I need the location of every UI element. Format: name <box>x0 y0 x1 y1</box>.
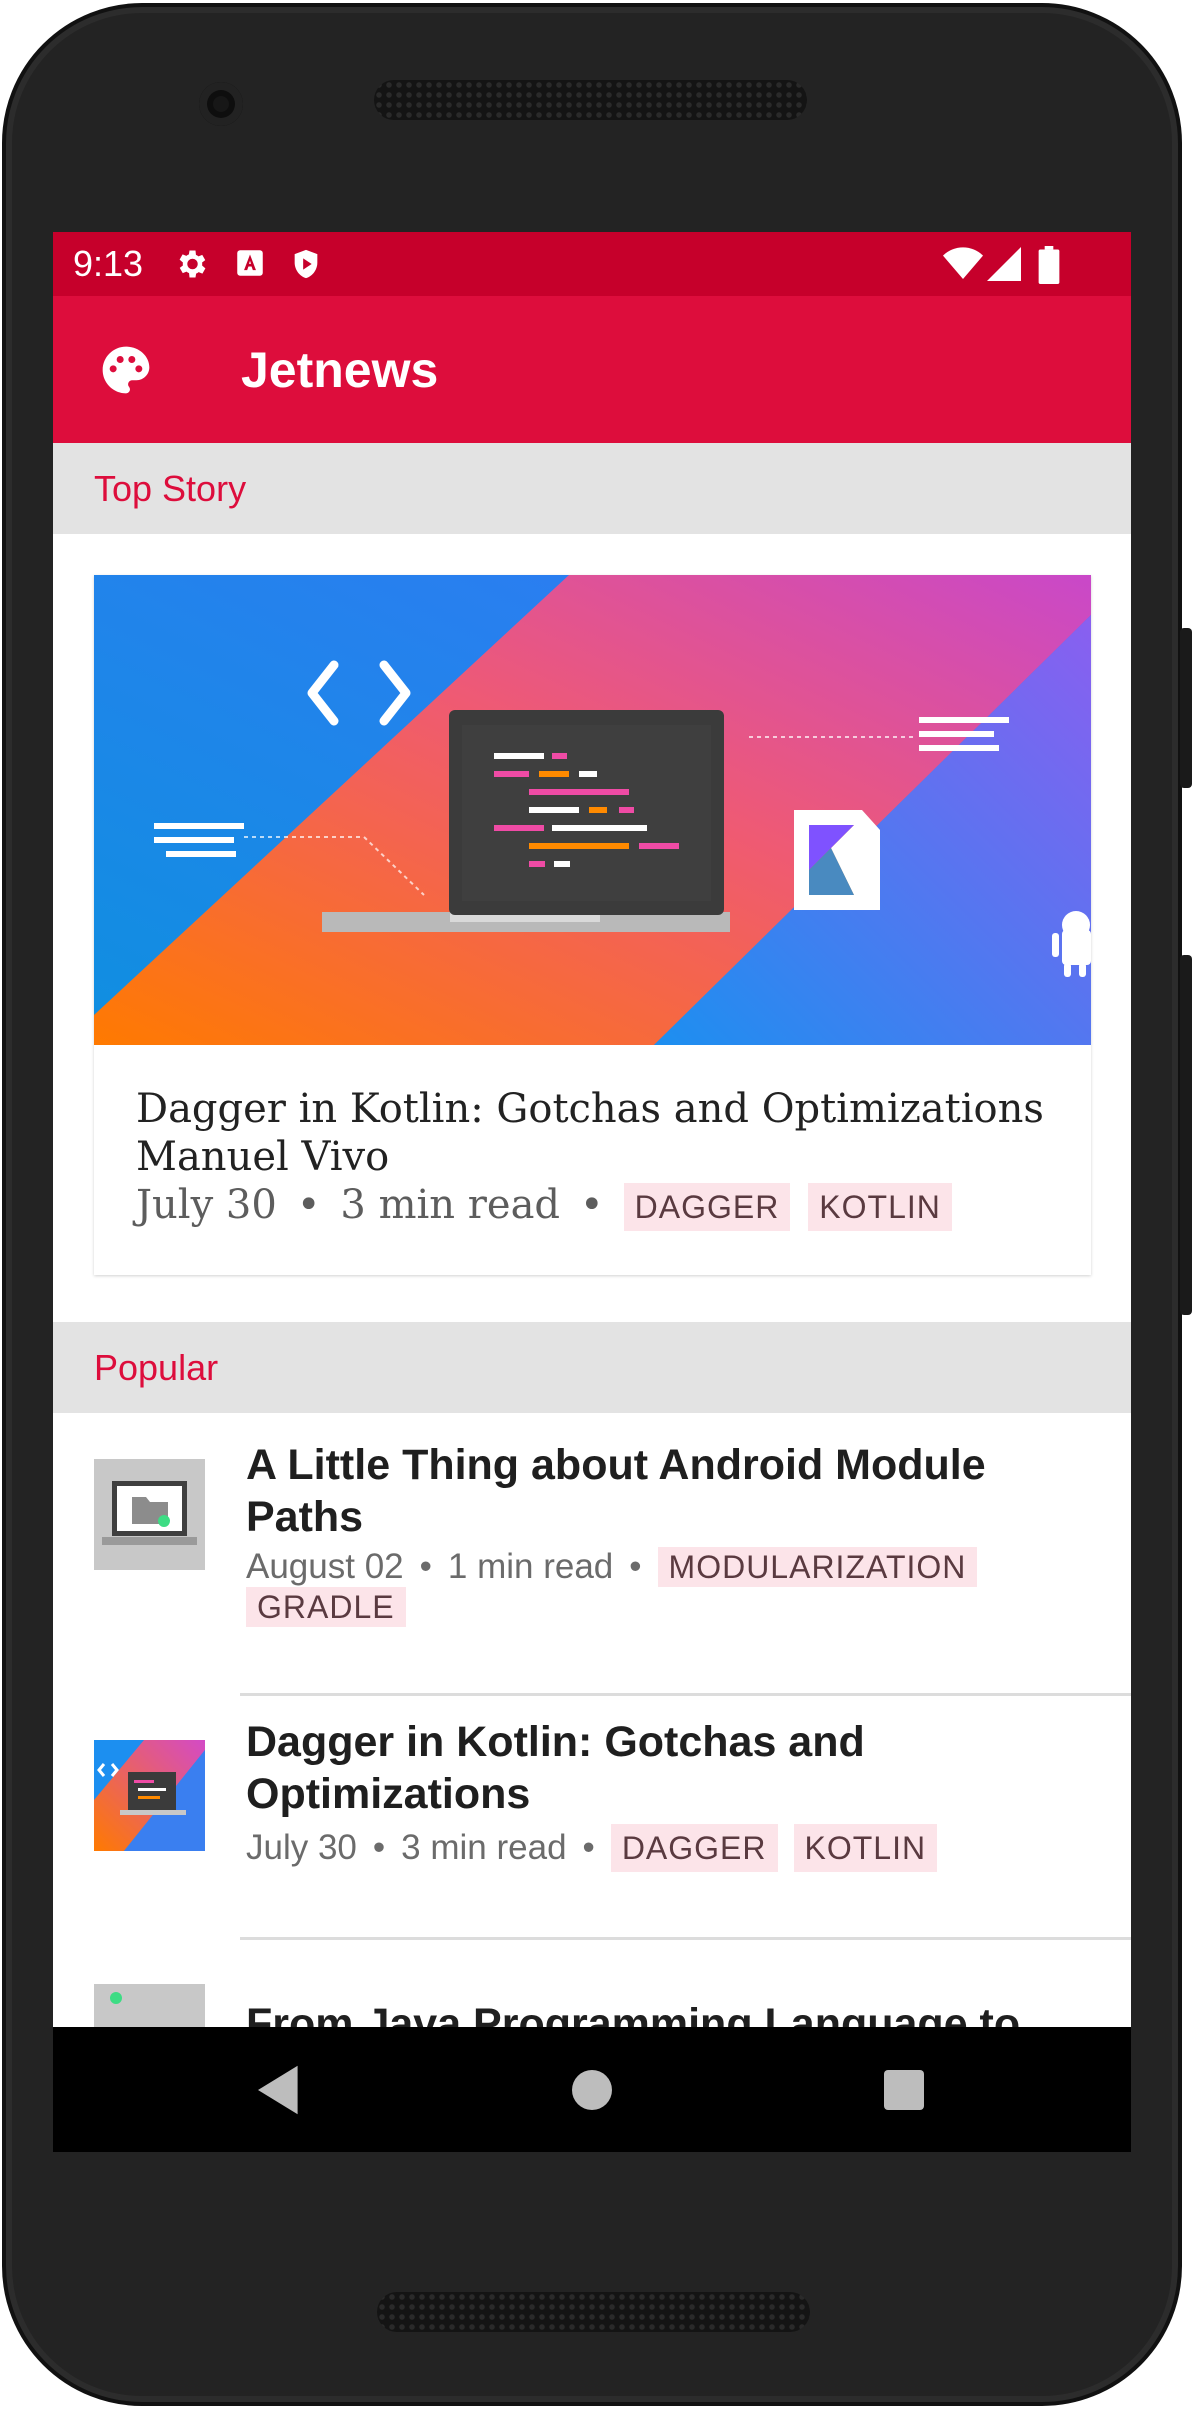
bottom-speaker <box>377 2292 810 2332</box>
separator-dot: • <box>419 1547 432 1586</box>
post-date: July 30 <box>246 1828 357 1867</box>
post-date: August 02 <box>246 1547 404 1586</box>
separator-dot: • <box>296 1182 321 1228</box>
separator-dot: • <box>629 1547 642 1586</box>
top-story-date: July 30 <box>136 1182 277 1228</box>
wifi-icon <box>943 246 983 287</box>
status-bar: 9:13 <box>53 232 1131 296</box>
post-read-time: 1 min read <box>447 1547 614 1586</box>
app-bar: Jetnews <box>53 296 1131 443</box>
tag-chip[interactable]: DAGGER <box>610 1824 778 1872</box>
app-title: Jetnews <box>241 342 439 398</box>
separator-dot: • <box>582 1828 595 1867</box>
post-read-time: 3 min read <box>401 1828 567 1867</box>
earpiece-speaker <box>374 80 807 120</box>
tag-chip[interactable]: KOTLIN <box>793 1824 938 1872</box>
screen: 9:13 Jetnews Top Story Dagger in Kotlin:… <box>53 232 1131 2152</box>
tag-chip[interactable]: GRADLE <box>246 1587 406 1627</box>
top-story-read-time: 3 min read <box>340 1182 561 1228</box>
section-header-top-story: Top Story <box>53 443 1131 534</box>
post-title: Dagger in Kotlin: Gotchas and Optimizati… <box>246 1718 865 1818</box>
volume-button <box>1180 955 1192 1315</box>
post-meta: July 30 • 3 min read • DAGGER KOTLIN <box>246 1824 1086 1872</box>
shield-play-icon <box>289 246 323 287</box>
palette-icon[interactable] <box>98 342 154 403</box>
signal-icon <box>987 246 1021 287</box>
navigation-bar <box>53 2027 1131 2152</box>
font-icon <box>233 246 267 285</box>
list-item[interactable]: From Java Programming Language to Kotlin <box>53 1940 1131 2100</box>
top-story-author: Manuel Vivo <box>136 1134 390 1180</box>
tag-chip[interactable]: DAGGER <box>623 1183 791 1231</box>
top-story-title: Dagger in Kotlin: Gotchas and Optimizati… <box>136 1086 1044 1132</box>
power-button <box>1180 628 1192 788</box>
tag-chip[interactable]: MODULARIZATION <box>657 1547 978 1587</box>
list-item[interactable]: A Little Thing about Android Module Path… <box>53 1413 1131 1698</box>
home-icon[interactable] <box>570 2065 614 2120</box>
list-item[interactable]: Dagger in Kotlin: Gotchas and Optimizati… <box>53 1696 1131 1941</box>
post-thumbnail <box>94 1740 205 1851</box>
battery-icon <box>1038 246 1060 289</box>
back-icon[interactable] <box>258 2065 302 2120</box>
tag-chip[interactable]: KOTLIN <box>808 1183 952 1231</box>
top-story-meta: July 30 • 3 min read • DAGGER KOTLIN <box>136 1180 970 1231</box>
front-camera <box>199 82 243 126</box>
post-meta: August 02 • 1 min read • MODULARIZATION GRADL… <box>246 1547 1086 1627</box>
post-thumbnail <box>94 1459 205 1570</box>
separator-dot: • <box>580 1182 604 1228</box>
gear-icon <box>173 246 209 287</box>
top-story-card[interactable]: Dagger in Kotlin: Gotchas and Optimizati… <box>94 575 1091 1275</box>
post-title: A Little Thing about Android Module Path… <box>246 1441 986 1541</box>
recents-icon[interactable] <box>882 2065 926 2120</box>
section-header-popular: Popular <box>53 1322 1131 1413</box>
hero-image <box>94 575 1091 1045</box>
status-time: 9:13 <box>73 243 144 284</box>
separator-dot: • <box>372 1828 386 1867</box>
